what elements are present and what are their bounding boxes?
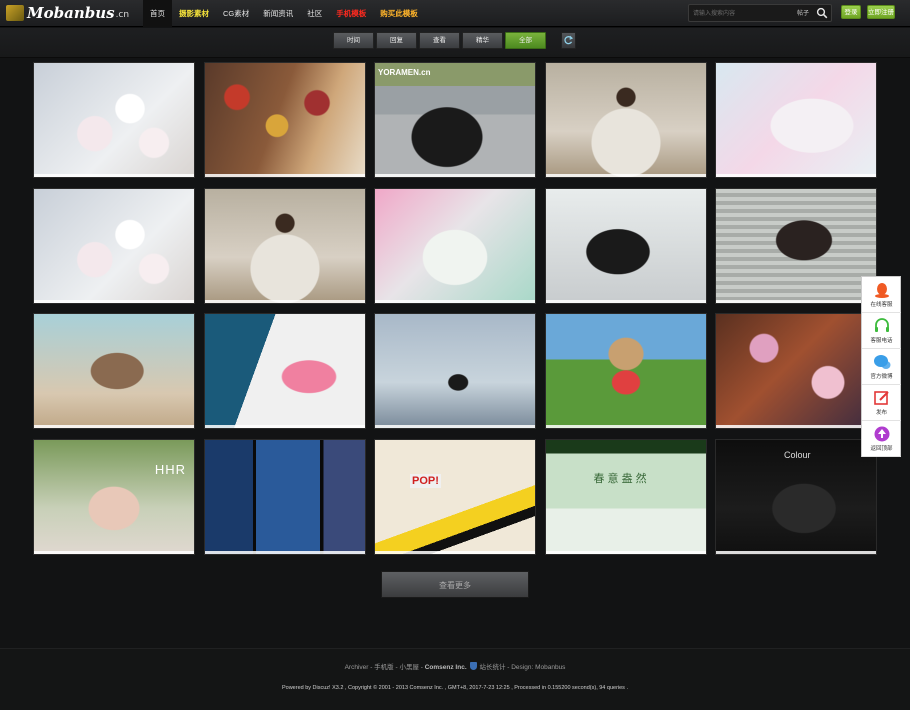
thumbnail-caption: POP!: [410, 473, 441, 488]
nav-item-5[interactable]: 手机模板: [329, 0, 373, 27]
photo-thumbnail-woman-dark-hair[interactable]: [715, 187, 877, 304]
nav-item-0[interactable]: 首页: [143, 0, 172, 27]
filter-button-0[interactable]: 时间: [333, 32, 374, 49]
chat-bubble-icon: [874, 355, 891, 369]
register-button[interactable]: 立即注册: [867, 5, 895, 19]
shield-icon: [470, 662, 478, 670]
nav-item-1[interactable]: 摄影素材: [172, 0, 216, 27]
search-icon[interactable]: [816, 7, 828, 19]
arrow-up-circle-icon: [874, 426, 890, 442]
sidebar-label: 客服电话: [870, 338, 893, 344]
filter-bar: 时间 回复 查看 精华 全部: [0, 28, 910, 58]
search-scope-selector[interactable]: 帖子: [797, 8, 809, 17]
filter-button-2[interactable]: 查看: [419, 32, 460, 49]
refresh-icon: [564, 35, 574, 45]
nav-item-4[interactable]: 社区: [300, 0, 329, 27]
photo-thumbnail-supercar[interactable]: YORAMEN.cn: [374, 62, 536, 178]
footer-links-prefix[interactable]: Archiver - 手机版 - 小黑屋 -: [345, 664, 425, 671]
refresh-button[interactable]: [561, 32, 576, 49]
top-navigation-bar: Mobanbus .cn 首页摄影素材CG素材新闻资讯社区手机模板购买此模板 帖…: [0, 0, 910, 27]
photo-thumbnail-man-in-jacket[interactable]: [544, 187, 707, 304]
photo-thumbnail-phones-colour[interactable]: Colour: [715, 438, 877, 555]
photo-thumbnail-woman-with-lights[interactable]: [544, 62, 707, 178]
logo-mark-icon: [6, 5, 24, 21]
photo-thumbnail-woman-pastel-sofa[interactable]: [715, 62, 877, 178]
photo-thumbnail-woman-floral-dress[interactable]: [203, 313, 366, 429]
nav-item-6[interactable]: 购买此模板: [373, 0, 425, 27]
sidebar-button-4[interactable]: 返回顶部: [862, 421, 901, 457]
sidebar-button-1[interactable]: 客服电话: [862, 313, 901, 349]
photo-thumbnail-woman-pastel-dress[interactable]: [374, 187, 536, 304]
photo-thumbnail-cherry-blossom[interactable]: [33, 187, 195, 304]
photo-grid: YORAMEN.cn HHR POP! 春 意 盎 然 Colour: [33, 62, 878, 555]
nav-item-3[interactable]: 新闻资讯: [256, 0, 300, 27]
photo-thumbnail-spiderman-posters[interactable]: [203, 438, 366, 555]
logo-text: Mobanbus: [27, 4, 115, 22]
login-button[interactable]: 登录: [841, 5, 861, 19]
sidebar-label: 发布: [875, 410, 887, 416]
nav-item-2[interactable]: CG素材: [216, 0, 256, 27]
filter-button-3[interactable]: 精华: [462, 32, 503, 49]
photo-thumbnail-green-photo-poster[interactable]: 春 意 盎 然: [544, 438, 707, 555]
sidebar-button-0[interactable]: 在线客服: [862, 277, 901, 313]
sidebar-button-3[interactable]: 发布: [862, 385, 901, 421]
copyright-line: Powered by Discuz! X3.2 , Copyright © 20…: [281, 685, 628, 691]
photo-thumbnail-girl-beach[interactable]: [33, 313, 195, 429]
footer-links: Archiver - 手机版 - 小黑屋 - Comsenz Inc. 站长统计…: [0, 661, 910, 671]
qq-penguin-icon: [875, 283, 889, 298]
filter-button-4[interactable]: 全部: [505, 32, 546, 49]
photo-thumbnail-woman-with-lights[interactable]: [203, 187, 366, 304]
photo-thumbnail-pop-art-girl[interactable]: POP!: [374, 438, 536, 555]
sidebar-button-2[interactable]: 官方微博: [862, 349, 901, 385]
search-box: 帖子: [688, 4, 832, 22]
photo-thumbnail-cherry-blossom[interactable]: [33, 62, 195, 178]
thumbnail-caption: 春 意 盎 然: [593, 472, 647, 485]
sidebar-label: 官方微博: [870, 374, 893, 380]
filter-button-1[interactable]: 回复: [376, 32, 417, 49]
headset-icon: [875, 318, 889, 332]
search-input[interactable]: [693, 7, 788, 20]
sidebar-label: 在线客服: [870, 302, 893, 308]
footer-company[interactable]: Comsenz Inc.: [425, 664, 467, 671]
photo-thumbnail-man-in-water[interactable]: [374, 313, 536, 429]
site-logo[interactable]: Mobanbus .cn: [6, 3, 129, 23]
main-nav: 首页 摄影素材 CG素材 新闻资讯 社区 手机模板 购买此模板: [143, 0, 425, 27]
sidebar-label: 返回顶部: [870, 446, 893, 452]
photo-thumbnail-love-locks[interactable]: [203, 62, 366, 178]
footer: Archiver - 手机版 - 小黑屋 - Comsenz Inc. 站长统计…: [0, 648, 910, 710]
photo-thumbnail-woman-garden[interactable]: HHR: [33, 438, 195, 555]
photo-thumbnail-woman-flowers[interactable]: [715, 313, 877, 429]
footer-links-suffix[interactable]: 站长统计 - Design: Mobanbus: [479, 664, 565, 671]
load-more-button[interactable]: 查看更多: [381, 571, 529, 598]
thumbnail-caption: YORAMEN.cn: [378, 68, 431, 77]
thumbnail-caption: HHR: [154, 461, 186, 477]
thumbnail-caption: Colour: [784, 449, 811, 460]
floating-service-sidebar: 在线客服客服电话官方微博发布返回顶部: [861, 276, 901, 457]
photo-thumbnail-girl-watermelon[interactable]: [544, 313, 707, 429]
logo-suffix: .cn: [115, 10, 130, 20]
sort-filter-group: 时间 回复 查看 精华 全部: [333, 32, 546, 49]
edit-icon: [874, 391, 889, 405]
